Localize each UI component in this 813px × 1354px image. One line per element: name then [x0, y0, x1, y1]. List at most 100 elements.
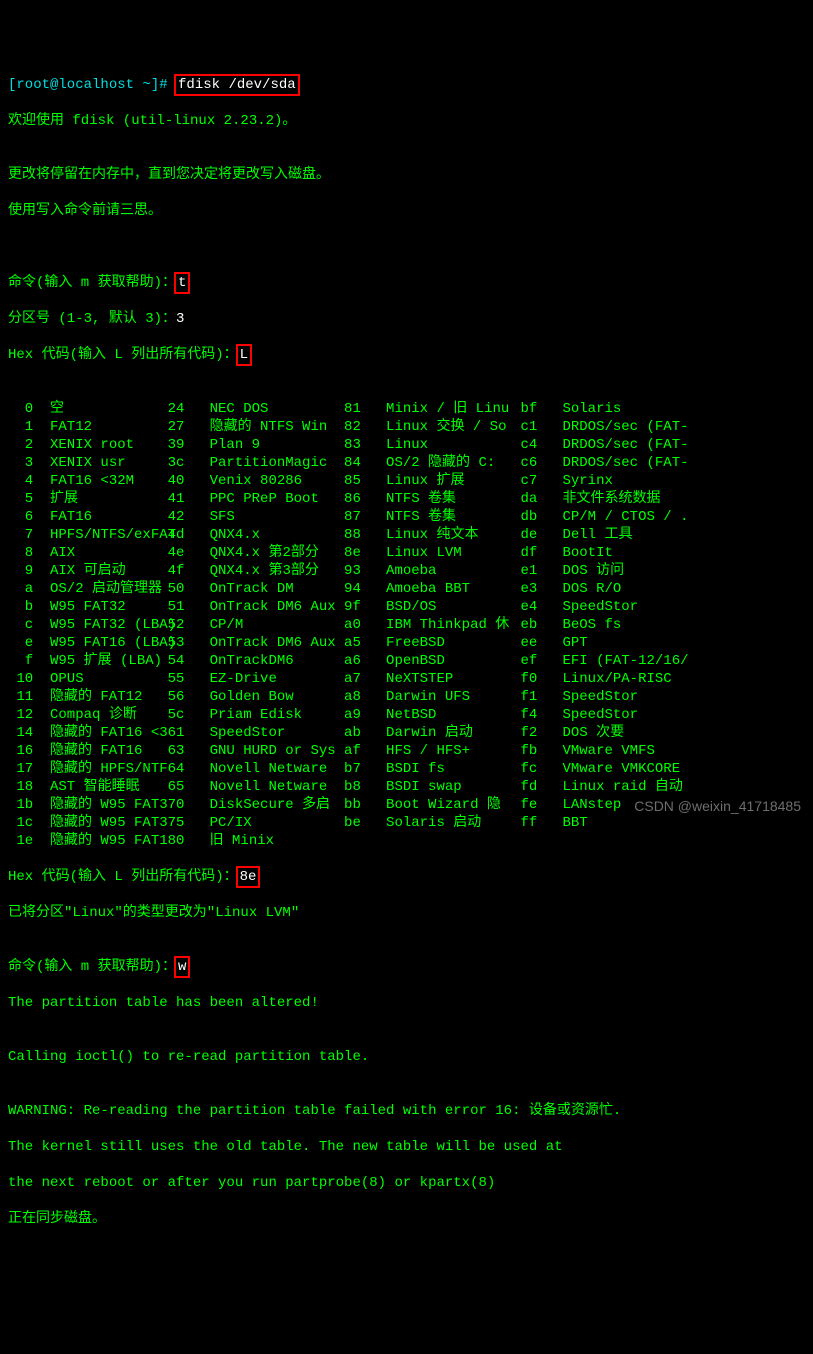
part-input[interactable]: 3: [176, 311, 184, 327]
hex-8e-input[interactable]: 8e: [240, 869, 257, 885]
type-name: IBM Thinkpad 休: [369, 616, 520, 634]
type-code: 39: [168, 436, 193, 454]
type-name: W95 FAT32 (LBA): [33, 616, 167, 634]
type-name: 隐藏的 FAT16 <3: [33, 724, 167, 742]
type-code: 4: [8, 472, 33, 490]
type-name: Solaris 启动: [369, 814, 520, 832]
type-name: HPFS/NTFS/exFAT: [33, 526, 167, 544]
warning-line-2: The kernel still uses the old table. The…: [8, 1138, 805, 1156]
type-name: Golden Bow: [193, 688, 344, 706]
type-name: Linux LVM: [369, 544, 520, 562]
type-name: NTFS 卷集: [369, 490, 520, 508]
type-code: c6: [520, 454, 545, 472]
table-row: a OS/2 启动管理器50 OnTrack DM94 Amoeba BBTe3…: [8, 580, 805, 598]
type-code: 1: [8, 418, 33, 436]
type-name: CP/M: [193, 616, 344, 634]
warning-line-1: WARNING: Re-reading the partition table …: [8, 1102, 805, 1120]
type-code: f2: [520, 724, 545, 742]
cmd-text[interactable]: fdisk /dev/sda: [178, 77, 296, 93]
type-name: Dell 工具: [546, 526, 633, 544]
type-code: 64: [168, 760, 193, 778]
type-code: e: [8, 634, 33, 652]
type-code: 56: [168, 688, 193, 706]
hex-l-line: Hex 代码(输入 L 列出所有代码)：L: [8, 346, 805, 364]
type-name: BSDI fs: [369, 760, 520, 778]
type-code: a7: [344, 670, 369, 688]
table-row: 12 Compaq 诊断5c Priam Ediska9 NetBSDf4 Sp…: [8, 706, 805, 724]
hex-label-2: Hex 代码(输入 L 列出所有代码)：: [8, 869, 238, 885]
type-code: 17: [8, 760, 33, 778]
type-code: a0: [344, 616, 369, 634]
table-row: 4 FAT16 <32M40 Venix 8028685 Linux 扩展c7 …: [8, 472, 805, 490]
type-name: FAT16: [33, 508, 167, 526]
type-name: NEC DOS: [193, 400, 344, 418]
type-code: 3c: [168, 454, 193, 472]
type-name: BSD/OS: [369, 598, 520, 616]
watermark: CSDN @weixin_41718485: [634, 797, 801, 815]
type-name: Linux raid 自动: [546, 778, 683, 796]
t-input[interactable]: t: [178, 275, 186, 291]
type-code: da: [520, 490, 545, 508]
type-name: SpeedStor: [546, 598, 638, 616]
info-line-1: 更改将停留在内存中，直到您决定将更改写入磁盘。: [8, 166, 805, 184]
type-code: 4e: [168, 544, 193, 562]
type-name: Novell Netware: [193, 760, 344, 778]
type-code: 8: [8, 544, 33, 562]
partition-type-table: 0 空24 NEC DOS81 Minix / 旧 Linubf Solaris…: [8, 400, 805, 850]
type-name: QNX4.x 第2部分: [193, 544, 344, 562]
type-name: OnTrackDM6: [193, 652, 344, 670]
type-code: a8: [344, 688, 369, 706]
type-name: FAT16 <32M: [33, 472, 167, 490]
table-row: 8 AIX4e QNX4.x 第2部分8e Linux LVMdf BootIt: [8, 544, 805, 562]
type-name: EFI (FAT-12/16/: [546, 652, 689, 670]
type-code: 8e: [344, 544, 369, 562]
cmd-help-label-2: 命令(输入 m 获取帮助)：: [8, 959, 176, 975]
type-code: 63: [168, 742, 193, 760]
type-name: Linux: [369, 436, 520, 454]
partition-number-line: 分区号 (1-3, 默认 3)：3: [8, 310, 805, 328]
type-code: 6: [8, 508, 33, 526]
type-code: ff: [520, 814, 545, 832]
warning-line-3: the next reboot or after you run partpro…: [8, 1174, 805, 1192]
type-name: DRDOS/sec (FAT-: [546, 454, 689, 472]
type-name: OnTrack DM6 Aux: [193, 598, 344, 616]
table-row: 16 隐藏的 FAT1663 GNU HURD or Sysaf HFS / H…: [8, 742, 805, 760]
type-code: 85: [344, 472, 369, 490]
prompt-line: [root@localhost ~]# fdisk /dev/sda: [8, 76, 805, 94]
type-code: 18: [8, 778, 33, 796]
type-code: 1b: [8, 796, 33, 814]
type-name: Darwin UFS: [369, 688, 520, 706]
type-name: BBT: [546, 814, 588, 832]
type-name: HFS / HFS+: [369, 742, 520, 760]
w-input[interactable]: w: [178, 959, 186, 975]
l-input[interactable]: L: [240, 347, 248, 363]
type-code: c4: [520, 436, 545, 454]
type-code: c7: [520, 472, 545, 490]
type-code: ef: [520, 652, 545, 670]
table-row: 5 扩展41 PPC PReP Boot86 NTFS 卷集da 非文件系统数据: [8, 490, 805, 508]
type-name: SpeedStor: [546, 688, 638, 706]
type-code: 5: [8, 490, 33, 508]
type-name: GNU HURD or Sys: [193, 742, 344, 760]
type-name: BootIt: [546, 544, 613, 562]
type-code: 7: [8, 526, 33, 544]
type-code: c1: [520, 418, 545, 436]
type-name: Syrinx: [546, 472, 613, 490]
type-code: 84: [344, 454, 369, 472]
table-row: 7 HPFS/NTFS/exFAT4d QNX4.x88 Linux 纯文本de…: [8, 526, 805, 544]
type-name: VMware VMFS: [546, 742, 655, 760]
type-name: 扩展: [33, 490, 167, 508]
type-name: SFS: [193, 508, 344, 526]
type-code: 55: [168, 670, 193, 688]
type-code: 83: [344, 436, 369, 454]
type-name: OpenBSD: [369, 652, 520, 670]
type-name: AIX: [33, 544, 167, 562]
info-line-2: 使用写入命令前请三思。: [8, 202, 805, 220]
part-label: 分区号 (1-3, 默认 3)：: [8, 311, 176, 327]
command-w-line: 命令(输入 m 获取帮助)：w: [8, 958, 805, 976]
type-code: 75: [168, 814, 193, 832]
type-name: NetBSD: [369, 706, 520, 724]
type-name: VMware VMKCORE: [546, 760, 680, 778]
type-name: [546, 832, 563, 850]
changed-line: 已将分区"Linux"的类型更改为"Linux LVM": [8, 904, 805, 922]
